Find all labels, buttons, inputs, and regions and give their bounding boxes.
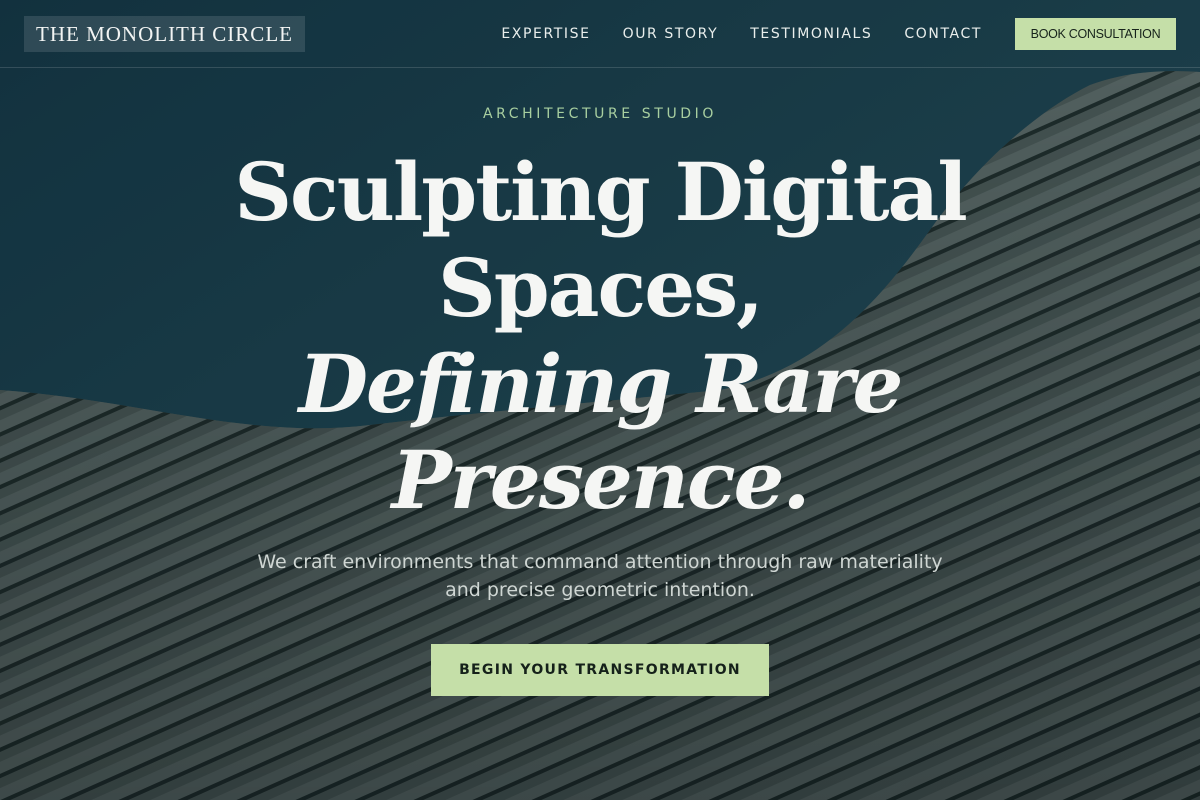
main-nav: EXPERTISE OUR STORY TESTIMONIALS CONTACT	[501, 24, 982, 44]
brand-logo[interactable]: THE MONOLITH CIRCLE	[24, 16, 305, 52]
headline-line-1: Sculpting Digital	[234, 145, 968, 239]
hero-section: ARCHITECTURE STUDIO Sculpting Digital Sp…	[0, 68, 1200, 800]
book-consultation-button[interactable]: BOOK CONSULTATION	[1015, 18, 1176, 50]
nav-link-contact[interactable]: CONTACT	[904, 24, 982, 44]
nav-link-our-story[interactable]: OUR STORY	[623, 24, 719, 44]
headline-line-4: Presence.	[391, 433, 811, 527]
nav-link-expertise[interactable]: EXPERTISE	[501, 24, 590, 44]
headline-line-2: Spaces,	[437, 241, 764, 335]
nav-link-testimonials[interactable]: TESTIMONIALS	[750, 24, 872, 44]
hero-subtitle: We craft environments that command atten…	[257, 551, 943, 601]
hero-headline: Sculpting Digital Spaces, Defining Rare …	[100, 144, 1100, 528]
site-header: THE MONOLITH CIRCLE EXPERTISE OUR STORY …	[0, 0, 1200, 68]
hero-eyebrow: ARCHITECTURE STUDIO	[482, 106, 718, 122]
begin-transformation-button[interactable]: BEGIN YOUR TRANSFORMATION	[431, 644, 769, 696]
headline-line-3: Defining Rare	[298, 337, 904, 431]
